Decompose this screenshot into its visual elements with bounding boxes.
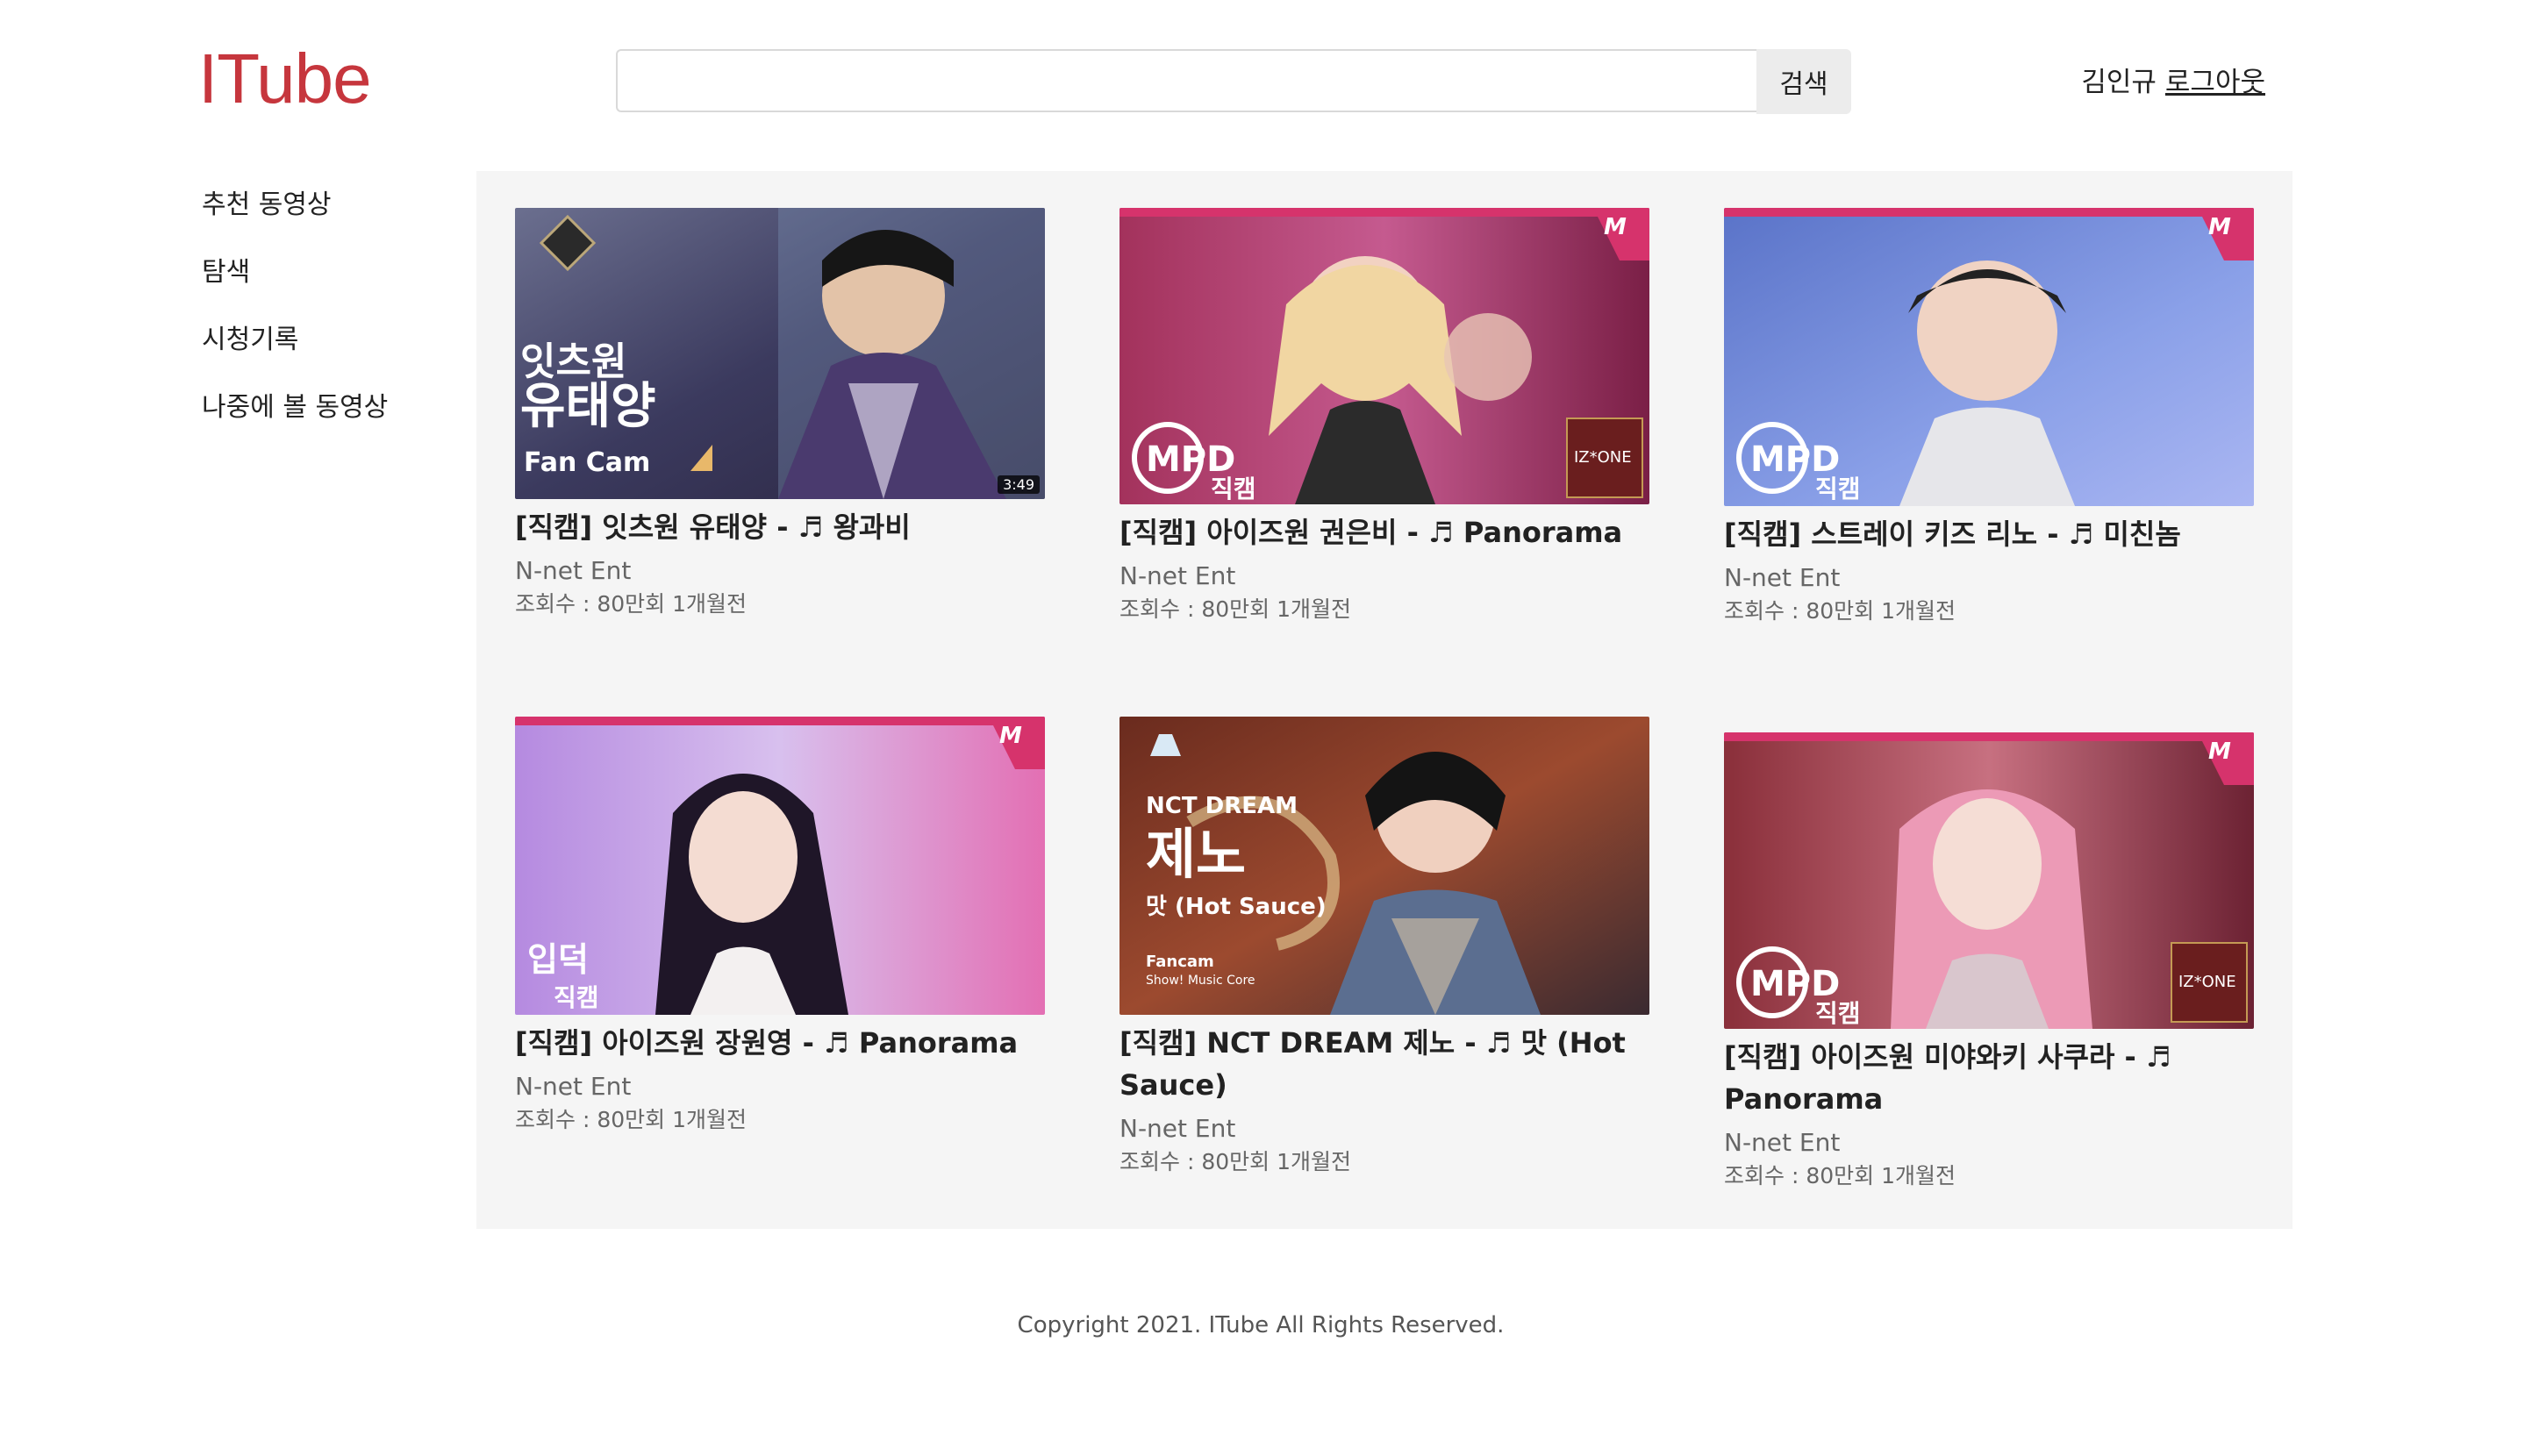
video-thumbnail[interactable]: 잇츠원 유태양 Fan Cam 3:49	[515, 208, 1045, 499]
thumb-text: 입덕	[527, 940, 589, 979]
video-title[interactable]: [직캠] 아이즈원 장원영 - ♬ Panorama	[515, 1022, 1045, 1064]
video-thumbnail[interactable]: NCT DREAM 제노 맛 (Hot Sauce) Fancam Show! …	[1119, 717, 1649, 1015]
thumb-text: Show! Music Core	[1146, 974, 1255, 988]
video-title[interactable]: [직캠] 잇츠원 유태양 - ♬ 왕과비	[515, 506, 1045, 548]
thumbnail-image: 잇츠원 유태양 Fan Cam	[515, 208, 1045, 499]
video-meta: 조회수 : 80만회 1개월전	[1724, 1163, 1956, 1188]
thumb-text: IZ*ONE	[1574, 448, 1632, 467]
video-channel[interactable]: N-net Ent	[515, 553, 1045, 589]
sidebar-item-watch-later[interactable]: 나중에 볼 동영상	[202, 387, 465, 454]
thumbnail-image: M MPD 직캠	[1724, 208, 2254, 506]
user-name: 김인규	[2081, 67, 2157, 98]
video-card[interactable]: M MPD 직캠 IZ*ONE [직캠] 아이즈원 미야와키 사쿠라 - ♬ P…	[1724, 732, 2254, 1192]
footer: Copyright 2021. ITube All Rights Reserve…	[0, 1312, 2525, 1338]
video-title[interactable]: [직캠] 아이즈원 미야와키 사쿠라 - ♬ Panorama	[1724, 1036, 2254, 1120]
video-channel[interactable]: N-net Ent	[1724, 1125, 2254, 1160]
video-title[interactable]: [직캠] 스트레이 키즈 리노 - ♬ 미친놈	[1724, 513, 2254, 555]
thumb-text: Fancam	[1146, 953, 1214, 971]
svg-text:M: M	[1604, 214, 1627, 240]
video-card[interactable]: M MPD 직캠 [직캠] 스트레이 키즈 리노 - ♬ 미친놈 N-net E…	[1724, 208, 2254, 627]
logo[interactable]: ITube	[198, 37, 372, 121]
search-input[interactable]	[616, 49, 1756, 112]
video-channel[interactable]: N-net Ent	[1119, 1111, 1649, 1146]
video-card[interactable]: NCT DREAM 제노 맛 (Hot Sauce) Fancam Show! …	[1119, 717, 1649, 1178]
video-channel[interactable]: N-net Ent	[1119, 559, 1649, 594]
thumbnail-image: M MPD 직캠 IZ*ONE	[1724, 732, 2254, 1029]
video-channel[interactable]: N-net Ent	[515, 1069, 1045, 1104]
video-thumbnail[interactable]: M 입덕 직캠	[515, 717, 1045, 1015]
sidebar-item-explore[interactable]: 탐색	[202, 252, 465, 319]
video-card[interactable]: 잇츠원 유태양 Fan Cam 3:49 [직캠] 잇츠원 유태양 - ♬ 왕과…	[515, 208, 1045, 620]
video-card[interactable]: M MPD 직캠 IZ*ONE [직캠] 아이즈원 권은비 - ♬ Panora…	[1119, 208, 1649, 625]
thumb-text: 유태양	[520, 378, 656, 435]
video-meta: 조회수 : 80만회 1개월전	[515, 1107, 747, 1132]
video-meta: 조회수 : 80만회 1개월전	[1119, 596, 1351, 622]
video-thumbnail[interactable]: M MPD 직캠 IZ*ONE	[1724, 732, 2254, 1029]
thumb-text: 제노	[1146, 822, 1246, 886]
thumb-text: IZ*ONE	[2178, 973, 2236, 991]
thumb-text: NCT DREAM	[1146, 793, 1298, 819]
thumb-text: Fan Cam	[524, 447, 650, 478]
thumb-text: 직캠	[1815, 475, 1861, 503]
sidebar-item-history[interactable]: 시청기록	[202, 319, 465, 387]
video-duration: 3:49	[998, 475, 1040, 494]
thumbnail-image: M 입덕 직캠	[515, 717, 1045, 1015]
thumb-text: 직캠	[1211, 475, 1256, 503]
video-card[interactable]: M 입덕 직캠 [직캠] 아이즈원 장원영 - ♬ Panorama N-net…	[515, 717, 1045, 1136]
video-meta: 조회수 : 80만회 1개월전	[1119, 1149, 1351, 1174]
video-meta: 조회수 : 80만회 1개월전	[1724, 598, 1956, 624]
thumbnail-image: M MPD 직캠 IZ*ONE	[1119, 208, 1649, 504]
logout-link[interactable]: 로그아웃	[2165, 60, 2265, 99]
thumbnail-image: NCT DREAM 제노 맛 (Hot Sauce) Fancam Show! …	[1119, 717, 1649, 1015]
search-bar: 검색	[616, 49, 1851, 114]
thumb-text: 직캠	[1815, 999, 1861, 1028]
video-grid: 잇츠원 유태양 Fan Cam 3:49 [직캠] 잇츠원 유태양 - ♬ 왕과…	[476, 171, 2293, 1229]
video-thumbnail[interactable]: M MPD 직캠 IZ*ONE	[1119, 208, 1649, 504]
svg-text:M: M	[2208, 214, 2231, 240]
svg-text:M: M	[2208, 739, 2231, 765]
search-button[interactable]: 검색	[1756, 49, 1851, 114]
video-channel[interactable]: N-net Ent	[1724, 560, 2254, 596]
thumb-text: 직캠	[554, 983, 599, 1012]
svg-text:M: M	[999, 723, 1022, 749]
header: ITube 검색 김인규 로그아웃	[0, 0, 2525, 167]
video-title[interactable]: [직캠] 아이즈원 권은비 - ♬ Panorama	[1119, 511, 1649, 553]
video-thumbnail[interactable]: M MPD 직캠	[1724, 208, 2254, 506]
sidebar-item-recommended[interactable]: 추천 동영상	[202, 184, 465, 252]
copyright-text: Copyright 2021. ITube All Rights Reserve…	[1017, 1312, 1505, 1338]
video-meta: 조회수 : 80만회 1개월전	[515, 591, 747, 617]
sidebar: 추천 동영상 탐색 시청기록 나중에 볼 동영상	[202, 184, 465, 454]
video-title[interactable]: [직캠] NCT DREAM 제노 - ♬ 맛 (Hot Sauce)	[1119, 1022, 1649, 1106]
thumb-text: 맛 (Hot Sauce)	[1146, 894, 1327, 920]
user-area: 김인규 로그아웃	[2081, 60, 2265, 99]
